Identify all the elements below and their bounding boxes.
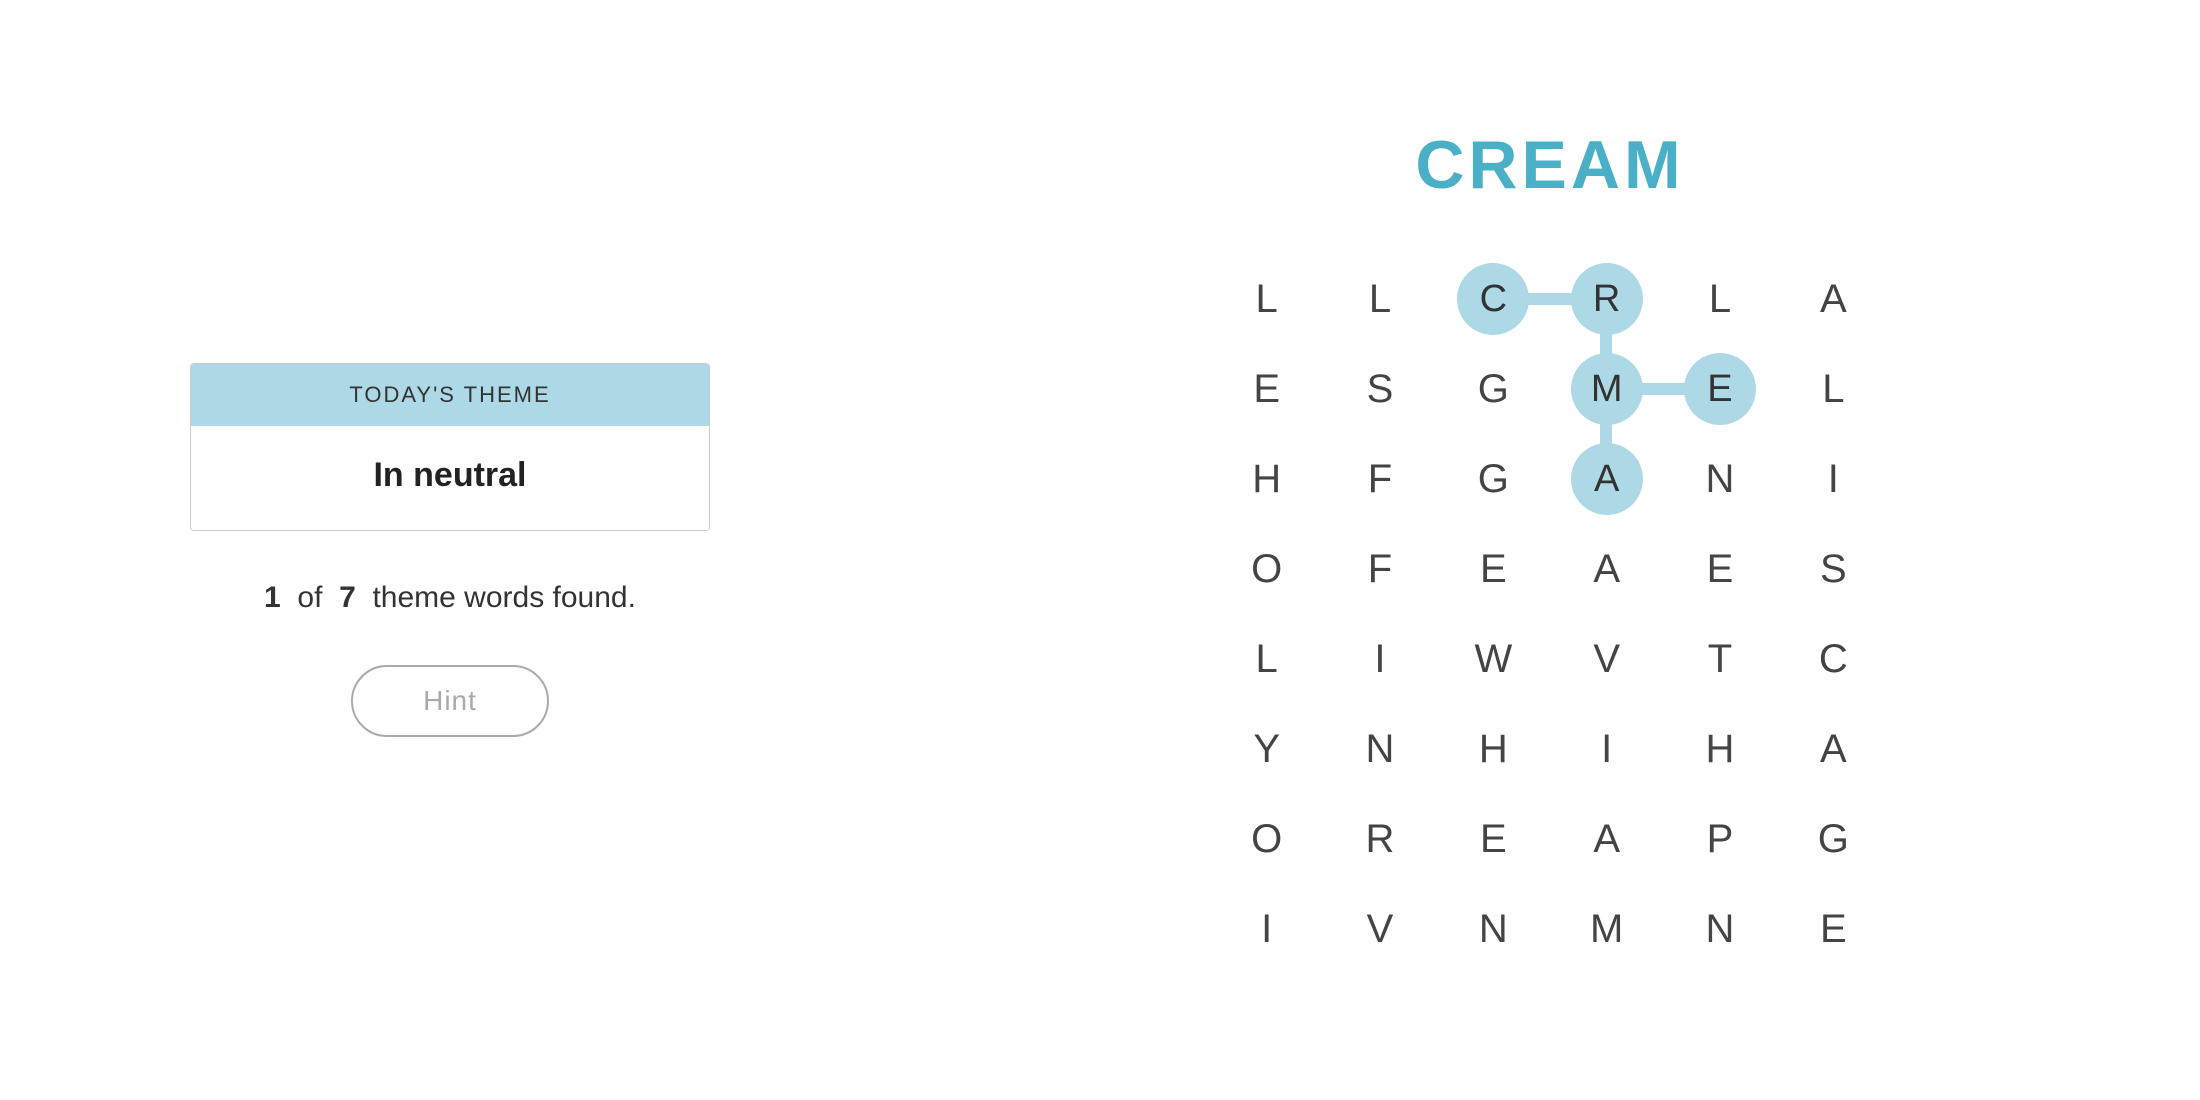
grid-cell-4-1[interactable]: I [1323, 614, 1436, 704]
hint-button[interactable]: Hint [351, 665, 549, 737]
theme-label: TODAY'S THEME [349, 382, 550, 407]
grid-cell-5-4[interactable]: H [1663, 704, 1776, 794]
found-count: 1 [264, 581, 281, 614]
left-panel: TODAY'S THEME In neutral 1 of 7 theme wo… [0, 0, 900, 1100]
grid-cell-3-1[interactable]: F [1323, 524, 1436, 614]
grid-cell-3-5[interactable]: S [1777, 524, 1890, 614]
grid-cell-5-3[interactable]: I [1550, 704, 1663, 794]
grid-cell-0-5[interactable]: A [1777, 254, 1890, 344]
grid-cell-4-3[interactable]: V [1550, 614, 1663, 704]
grid-cell-1-4[interactable]: E [1663, 344, 1776, 434]
grid-cell-2-0[interactable]: H [1210, 434, 1323, 524]
grid-cell-7-1[interactable]: V [1323, 884, 1436, 974]
grid-container: LLCRLAESGMELHFGANIOFEAESLIWVTCYNHIHAOREA… [1210, 254, 1890, 974]
grid-cell-2-5[interactable]: I [1777, 434, 1890, 524]
grid-cell-0-2[interactable]: C [1437, 254, 1550, 344]
grid-cell-6-0[interactable]: O [1210, 794, 1323, 884]
grid-cell-0-4[interactable]: L [1663, 254, 1776, 344]
grid-cell-1-1[interactable]: S [1323, 344, 1436, 434]
grid-cell-6-3[interactable]: A [1550, 794, 1663, 884]
right-panel: CREAM LLCRLAESGMELHFGANIOFEAESLIWVTCYNHI… [900, 0, 2200, 1100]
found-total: 7 [339, 581, 356, 614]
grid-cell-6-1[interactable]: R [1323, 794, 1436, 884]
grid-cell-1-0[interactable]: E [1210, 344, 1323, 434]
grid-cell-4-4[interactable]: T [1663, 614, 1776, 704]
letter-grid: LLCRLAESGMELHFGANIOFEAESLIWVTCYNHIHAOREA… [1210, 254, 1890, 974]
grid-cell-6-5[interactable]: G [1777, 794, 1890, 884]
grid-cell-7-3[interactable]: M [1550, 884, 1663, 974]
grid-cell-0-3[interactable]: R [1550, 254, 1663, 344]
grid-cell-7-4[interactable]: N [1663, 884, 1776, 974]
grid-cell-5-1[interactable]: N [1323, 704, 1436, 794]
grid-cell-6-4[interactable]: P [1663, 794, 1776, 884]
grid-cell-4-5[interactable]: C [1777, 614, 1890, 704]
grid-cell-7-2[interactable]: N [1437, 884, 1550, 974]
theme-box: TODAY'S THEME In neutral [190, 363, 710, 531]
grid-cell-3-3[interactable]: A [1550, 524, 1663, 614]
grid-cell-1-5[interactable]: L [1777, 344, 1890, 434]
grid-cell-5-0[interactable]: Y [1210, 704, 1323, 794]
found-suffix: theme words found. [372, 581, 635, 614]
grid-cell-5-5[interactable]: A [1777, 704, 1890, 794]
grid-cell-0-1[interactable]: L [1323, 254, 1436, 344]
theme-value: In neutral [373, 456, 526, 494]
grid-cell-1-3[interactable]: M [1550, 344, 1663, 434]
grid-cell-1-2[interactable]: G [1437, 344, 1550, 434]
grid-cell-6-2[interactable]: E [1437, 794, 1550, 884]
grid-cell-2-3[interactable]: A [1550, 434, 1663, 524]
grid-cell-3-4[interactable]: E [1663, 524, 1776, 614]
theme-body: In neutral [191, 426, 709, 530]
grid-cell-7-5[interactable]: E [1777, 884, 1890, 974]
grid-cell-0-0[interactable]: L [1210, 254, 1323, 344]
grid-cell-2-4[interactable]: N [1663, 434, 1776, 524]
grid-cell-4-0[interactable]: L [1210, 614, 1323, 704]
theme-header: TODAY'S THEME [191, 364, 709, 426]
grid-cell-5-2[interactable]: H [1437, 704, 1550, 794]
grid-cell-3-2[interactable]: E [1437, 524, 1550, 614]
grid-cell-7-0[interactable]: I [1210, 884, 1323, 974]
grid-cell-3-0[interactable]: O [1210, 524, 1323, 614]
grid-cell-4-2[interactable]: W [1437, 614, 1550, 704]
grid-cell-2-2[interactable]: G [1437, 434, 1550, 524]
grid-cell-2-1[interactable]: F [1323, 434, 1436, 524]
found-text: 1 of 7 theme words found. [264, 581, 636, 615]
found-word-title: CREAM [1415, 126, 1684, 204]
